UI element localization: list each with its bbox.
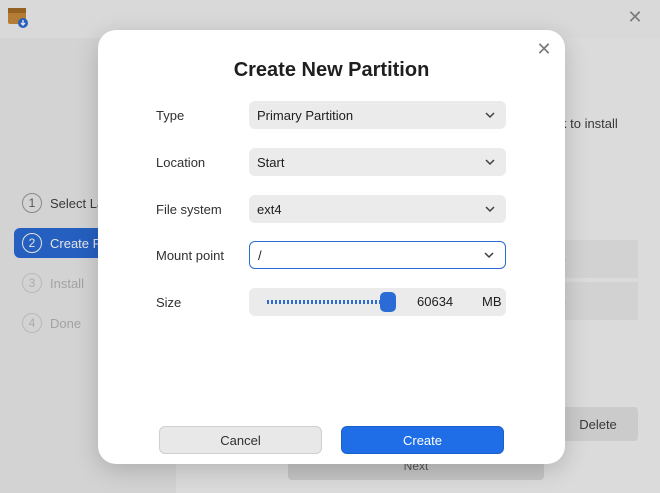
size-slider-thumb[interactable] [380, 292, 396, 312]
size-control: 60634 MB [249, 288, 506, 316]
chevron-down-icon [485, 206, 495, 213]
file-system-select[interactable]: ext4 [249, 195, 506, 223]
mount-point-value: / [258, 247, 262, 263]
chevron-down-icon [485, 159, 495, 166]
type-select[interactable]: Primary Partition [249, 101, 506, 129]
location-label: Location [156, 155, 206, 170]
size-slider-fill [267, 300, 389, 304]
cancel-button[interactable]: Cancel [159, 426, 322, 454]
size-label: Size [156, 295, 182, 310]
file-system-value: ext4 [257, 201, 282, 217]
chevron-down-icon [485, 112, 495, 119]
size-value[interactable]: 60634 [417, 294, 453, 309]
type-label: Type [156, 108, 185, 123]
file-system-label: File system [156, 202, 222, 217]
create-partition-dialog: ✕ Create New Partition Type Primary Part… [98, 30, 565, 464]
create-button[interactable]: Create [341, 426, 504, 454]
dialog-title: Create New Partition [233, 59, 430, 81]
type-value: Primary Partition [257, 107, 354, 123]
chevron-down-icon [484, 252, 494, 259]
size-unit: MB [482, 294, 502, 309]
location-select[interactable]: Start [249, 148, 506, 176]
mount-point-select[interactable]: / [249, 241, 506, 269]
location-value: Start [257, 154, 285, 170]
dialog-close-icon[interactable]: ✕ [535, 40, 553, 58]
mount-point-label: Mount point [156, 248, 224, 263]
size-slider-track[interactable] [267, 300, 389, 304]
